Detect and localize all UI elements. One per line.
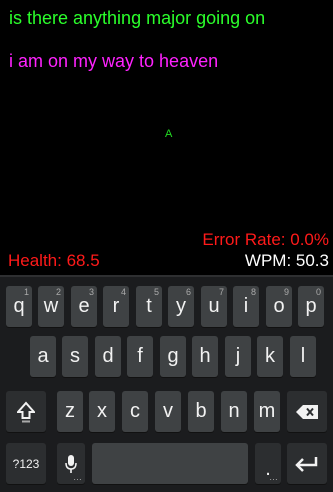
health-stat: Health: 68.5 [8, 251, 100, 270]
key-hint: 8 [250, 287, 256, 297]
symbols-key[interactable]: ?123 [6, 443, 46, 484]
ellipsis-hint: … [269, 472, 278, 482]
key-a[interactable]: a [30, 336, 56, 377]
microphone-icon [65, 454, 77, 474]
key-hint: 5 [153, 287, 159, 297]
key-x[interactable]: x [89, 391, 115, 432]
key-i[interactable]: i8 [233, 286, 259, 327]
key-u[interactable]: u7 [201, 286, 227, 327]
voice-input-key[interactable]: … [57, 443, 85, 484]
cursor-marker: A [165, 128, 173, 140]
backspace-icon [296, 404, 318, 419]
wpm-stat: WPM: 50.3 [244, 251, 329, 270]
key-q[interactable]: q1 [6, 286, 32, 327]
key-o[interactable]: o9 [266, 286, 292, 327]
key-c[interactable]: c [122, 391, 148, 432]
key-label: y [176, 295, 186, 317]
key-e[interactable]: e3 [71, 286, 97, 327]
key-s[interactable]: s [62, 336, 88, 377]
key-label: t [146, 295, 152, 317]
key-y[interactable]: y6 [168, 286, 194, 327]
key-j[interactable]: j [225, 336, 251, 377]
key-hint: 4 [120, 287, 126, 297]
target-phrase: is there anything major going on [9, 8, 266, 28]
game-area: is there anything major going on i am on… [0, 0, 333, 275]
key-label: o [273, 295, 285, 317]
enter-key[interactable] [287, 443, 327, 484]
key-p[interactable]: p0 [298, 286, 324, 327]
error-rate: Error Rate: 0.0% [202, 230, 329, 249]
key-n[interactable]: n [221, 391, 247, 432]
shift-key[interactable] [6, 391, 46, 432]
key-hint: 9 [283, 287, 289, 297]
key-label: p [305, 295, 317, 317]
key-m[interactable]: m [254, 391, 280, 432]
period-key[interactable]: . … [255, 443, 281, 484]
key-g[interactable]: g [160, 336, 186, 377]
soft-keyboard: q1 w2 e3 r4 t5 y6 u7 i8 o9 p0 a s d f g … [0, 275, 333, 492]
key-label: w [43, 295, 59, 317]
key-label: e [78, 295, 90, 317]
key-b[interactable]: b [188, 391, 214, 432]
key-hint: 2 [55, 287, 61, 297]
key-label: r [112, 295, 120, 317]
key-hint: 0 [315, 287, 321, 297]
typed-phrase: i am on my way to heaven [9, 51, 219, 71]
ellipsis-hint: … [73, 472, 82, 482]
key-hint: 3 [88, 287, 94, 297]
key-w[interactable]: w2 [38, 286, 64, 327]
key-h[interactable]: h [192, 336, 218, 377]
key-t[interactable]: t5 [136, 286, 162, 327]
key-hint: 7 [218, 287, 224, 297]
key-label: i [243, 295, 249, 317]
key-f[interactable]: f [127, 336, 153, 377]
key-l[interactable]: l [290, 336, 316, 377]
key-d[interactable]: d [95, 336, 121, 377]
backspace-key[interactable] [287, 391, 327, 432]
shift-icon [17, 400, 35, 423]
key-v[interactable]: v [155, 391, 181, 432]
key-label: u [208, 295, 220, 317]
enter-icon [294, 456, 320, 472]
key-hint: 6 [185, 287, 191, 297]
key-z[interactable]: z [57, 391, 83, 432]
key-label: q [13, 295, 25, 317]
spacebar[interactable] [92, 443, 248, 484]
key-k[interactable]: k [257, 336, 283, 377]
key-hint: 1 [23, 287, 29, 297]
key-r[interactable]: r4 [103, 286, 129, 327]
